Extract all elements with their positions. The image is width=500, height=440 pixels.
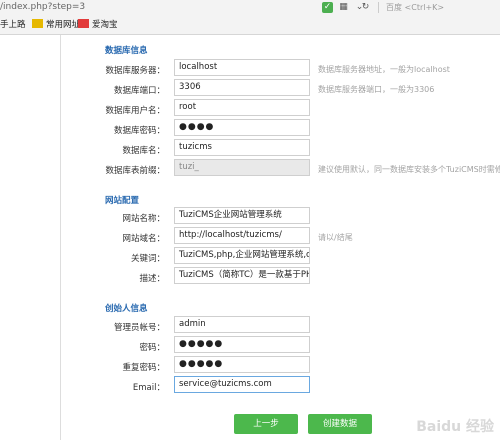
field-label: 密码： <box>139 343 165 353</box>
field-label: 描述： <box>139 274 165 284</box>
refresh-icon[interactable]: ↻ <box>360 2 371 13</box>
shield-icon[interactable]: ✓ <box>322 2 333 13</box>
db-password-input[interactable]: ●●●● <box>174 119 310 136</box>
db-port-input[interactable]: 3306 <box>174 79 310 96</box>
field-label: Email： <box>132 383 165 393</box>
admin-username-input[interactable]: admin <box>174 316 310 333</box>
bookmark-item[interactable]: 常用网址 <box>32 19 80 32</box>
bookmark-label: 常用网址 <box>46 20 81 30</box>
field-label: 数据库密码： <box>113 126 165 136</box>
folder-icon <box>32 19 43 28</box>
field-hint: 数据库服务器地址，一般为localhost <box>318 65 450 74</box>
field-label: 数据库服务器： <box>105 66 165 76</box>
browser-toolbar: /index.php?step=3 ✓ ▦ ⌄ ↻ 百度 <Ctrl+K> 手上… <box>0 0 500 35</box>
field-hint: 请以/结尾 <box>318 233 353 242</box>
admin-password-input[interactable]: ●●●●● <box>174 336 310 353</box>
qr-code-icon[interactable]: ▦ <box>338 2 349 13</box>
bookmark-item[interactable]: 手上路 <box>0 19 26 32</box>
bookmark-label: 爱淘宝 <box>92 20 118 30</box>
site-description-input[interactable]: TuziCMS（简称TC）是一款基于PH <box>174 267 310 284</box>
watermark: Baidu 经验 <box>416 419 494 435</box>
section-title-site: 网站配置 <box>105 196 140 206</box>
address-bar[interactable]: /index.php?step=3 <box>0 2 85 12</box>
field-hint: 建议使用默认，同一数据库安装多个TuziCMS时需修改 <box>318 165 500 174</box>
field-label: 网站域名： <box>122 234 165 244</box>
site-name-input[interactable]: TuziCMS企业网站管理系统 <box>174 207 310 224</box>
field-label: 数据库名： <box>122 146 165 156</box>
field-label: 管理员帐号： <box>113 323 165 333</box>
admin-password-confirm-input[interactable]: ●●●●● <box>174 356 310 373</box>
db-user-input[interactable]: root <box>174 99 310 116</box>
field-label: 数据库用户名： <box>105 106 165 116</box>
field-label: 网站名称： <box>122 214 165 224</box>
bookmark-label: 手上路 <box>0 20 26 30</box>
search-box[interactable]: 百度 <Ctrl+K> <box>386 2 500 14</box>
bookmark-item[interactable]: 爱淘宝 <box>78 19 118 32</box>
section-title-admin: 创始人信息 <box>105 304 148 314</box>
admin-email-input[interactable]: service@tuzicms.com <box>174 376 310 393</box>
prev-step-button[interactable]: 上一步 <box>234 414 298 434</box>
field-label: 关键词： <box>130 254 165 264</box>
field-label: 数据库表前缀： <box>105 166 165 176</box>
toolbar-separator <box>378 2 379 13</box>
site-keywords-input[interactable]: TuziCMS,php,企业网站管理系统,cr <box>174 247 310 264</box>
db-host-input[interactable]: localhost <box>174 59 310 76</box>
field-label: 数据库端口： <box>113 86 165 96</box>
db-prefix-input[interactable]: tuzi_ <box>174 159 310 176</box>
field-hint: 数据库服务器端口，一般为3306 <box>318 85 435 94</box>
section-title-db: 数据库信息 <box>105 46 148 56</box>
db-name-input[interactable]: tuzicms <box>174 139 310 156</box>
field-label: 重复密码： <box>122 363 165 373</box>
site-domain-input[interactable]: http://localhost/tuzicms/ <box>174 227 310 244</box>
taobao-icon <box>78 19 89 28</box>
create-data-button[interactable]: 创建数据 <box>308 414 372 434</box>
